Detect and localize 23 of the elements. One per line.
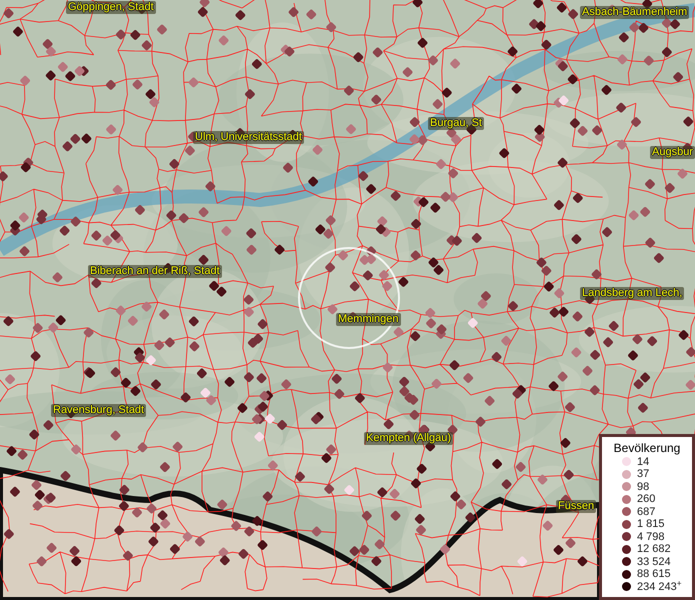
place-label: Augsbur bbox=[650, 146, 695, 159]
place-label: Biberach an der Riß, Stadt bbox=[88, 265, 222, 278]
legend-value: 37 bbox=[637, 468, 650, 480]
legend-value: 260 bbox=[637, 493, 656, 506]
legend-value: 33 524 bbox=[637, 556, 671, 568]
legend-value: 14 bbox=[637, 456, 650, 468]
place-label: Göppingen, Stadt bbox=[66, 1, 156, 14]
legend-value: 4 798 bbox=[637, 530, 665, 543]
place-label: Kempten (Allgäu) bbox=[364, 432, 453, 445]
legend-value: 687 bbox=[637, 506, 656, 518]
place-label: Ulm, Universitätsstadt bbox=[193, 131, 304, 144]
place-label: Burgau, St bbox=[428, 117, 484, 130]
legend-value: 12 682 bbox=[637, 543, 671, 556]
place-label: Asbach-Bäumenheim bbox=[580, 6, 690, 19]
place-label: Landsberg am Lech, bbox=[580, 287, 684, 300]
place-label: Ravensburg, Stadt bbox=[51, 404, 146, 417]
legend-title: Bevölkerung bbox=[612, 440, 682, 456]
legend-value: 88 615 bbox=[637, 568, 671, 580]
legend-value: 98 bbox=[637, 480, 650, 493]
legend-value: 1 815 bbox=[637, 518, 665, 530]
legend-value: 234 243$^{+}$ bbox=[637, 580, 682, 593]
place-label: Memmingen bbox=[336, 313, 401, 326]
place-label: Füssen bbox=[556, 500, 596, 513]
